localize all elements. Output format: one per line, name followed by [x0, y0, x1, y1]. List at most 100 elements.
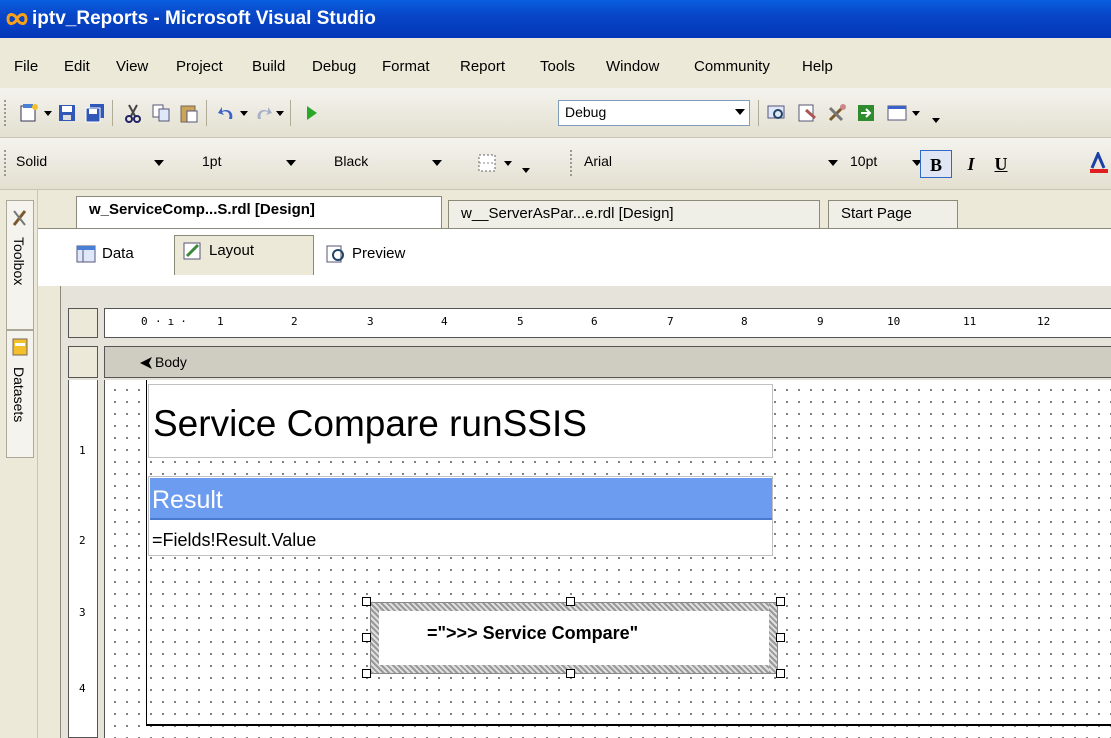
table-header-divider [150, 518, 772, 520]
new-dropdown-icon[interactable] [44, 111, 52, 116]
border-color-select[interactable]: Black [330, 150, 442, 182]
menu-file[interactable]: File [14, 58, 38, 75]
table-header-cell[interactable]: Result [150, 478, 772, 518]
tab-data-label: Data [102, 245, 134, 262]
ruler-corner [68, 308, 98, 338]
font-size-value: 10pt [850, 153, 878, 169]
report-title-textbox[interactable]: Service Compare runSSIS [148, 384, 773, 458]
tab-service-compare-design[interactable]: w_ServiceComp...S.rdl [Design] [76, 196, 442, 228]
datasets-tab[interactable]: Datasets [6, 330, 34, 458]
menu-bar: File Edit View Project Build Debug Forma… [0, 38, 1111, 88]
toolbox-tab[interactable]: Toolbox [6, 200, 34, 330]
resize-handle-se[interactable] [776, 669, 785, 678]
resize-handle-s[interactable] [566, 669, 575, 678]
paste-icon[interactable] [178, 102, 200, 124]
menu-project[interactable]: Project [176, 58, 223, 75]
selection-border-left [371, 603, 379, 673]
undo-icon[interactable] [216, 102, 238, 124]
preview-icon [326, 245, 344, 263]
border-style-select[interactable]: Solid [12, 150, 164, 182]
tab-data[interactable]: Data [68, 239, 166, 271]
tab-start-page[interactable]: Start Page [828, 200, 958, 228]
italic-button[interactable]: I [958, 150, 984, 178]
toolbar-options-icon[interactable] [522, 168, 530, 173]
selected-textbox[interactable]: =">>> Service Compare" [370, 602, 778, 674]
resize-handle-e[interactable] [776, 633, 785, 642]
datasets-label: Datasets [11, 367, 27, 423]
horizontal-ruler: 0 1 2 3 4 5 6 7 8 9 10 11 12 ·ı· [104, 308, 1111, 338]
menu-edit[interactable]: Edit [64, 58, 90, 75]
ruler-tick: 10 [887, 315, 901, 328]
underline-button[interactable]: U [988, 150, 1014, 178]
resize-handle-sw[interactable] [362, 669, 371, 678]
resize-handle-n[interactable] [566, 597, 575, 606]
tab-preview-label: Preview [352, 245, 406, 262]
resize-handle-w[interactable] [362, 633, 371, 642]
ruler-tick: 4 [441, 315, 448, 328]
save-icon[interactable] [56, 102, 78, 124]
ruler-tick: 3 [367, 315, 374, 328]
ruler-tick: 5 [517, 315, 524, 328]
menu-window[interactable]: Window [606, 58, 659, 75]
ruler-tick: 4 [79, 682, 86, 695]
ruler-tick: 2 [291, 315, 298, 328]
ruler-tick: 6 [591, 315, 598, 328]
font-color-icon[interactable] [1088, 152, 1110, 174]
document-tabs: w_ServiceComp...S.rdl [Design] w__Server… [38, 190, 1111, 228]
layout-icon [183, 242, 201, 260]
toolbar-grip[interactable] [570, 150, 576, 176]
menu-community[interactable]: Community [694, 58, 770, 75]
ruler-tick: 8 [741, 315, 748, 328]
menu-report[interactable]: Report [460, 58, 505, 75]
more-dropdown-icon[interactable] [912, 111, 920, 116]
toolbar-grip[interactable] [4, 150, 10, 176]
border-style-value: Solid [16, 153, 48, 169]
save-all-icon[interactable] [84, 102, 106, 124]
cut-icon[interactable] [122, 102, 144, 124]
tab-layout[interactable]: Layout [174, 235, 314, 275]
menu-debug[interactable]: Debug [312, 58, 356, 75]
redo-icon[interactable] [252, 102, 274, 124]
resize-handle-nw[interactable] [362, 597, 371, 606]
body-left-edge [146, 380, 147, 726]
borders-dropdown-icon[interactable] [504, 161, 512, 166]
ruler-tick: 1 [79, 444, 86, 457]
export-icon[interactable] [856, 102, 878, 124]
menu-view[interactable]: View [116, 58, 148, 75]
toolbox-tools-icon[interactable] [826, 102, 848, 124]
properties-icon[interactable] [796, 102, 818, 124]
menu-format[interactable]: Format [382, 58, 430, 75]
new-project-icon[interactable] [18, 102, 40, 124]
body-bottom-edge[interactable] [146, 724, 1111, 726]
ruler-dots: ·ı· [155, 315, 193, 328]
find-icon[interactable] [766, 102, 788, 124]
font-size-select[interactable]: 10pt [846, 150, 922, 182]
table-detail-cell[interactable]: =Fields!Result.Value [150, 524, 770, 554]
command-window-icon[interactable] [886, 102, 908, 124]
menu-build[interactable]: Build [252, 58, 285, 75]
tab-preview[interactable]: Preview [318, 239, 448, 271]
borders-icon[interactable] [476, 152, 498, 174]
font-family-value: Arial [584, 153, 613, 169]
solution-config-select[interactable]: Debug [558, 100, 750, 126]
resize-handle-ne[interactable] [776, 597, 785, 606]
toolbar-options-icon[interactable] [932, 118, 940, 123]
ruler-tick: 9 [817, 315, 824, 328]
font-family-select[interactable]: Arial [580, 150, 838, 182]
border-width-select[interactable]: 1pt [198, 150, 296, 182]
textbox-expression: =">>> Service Compare" [427, 623, 639, 643]
copy-icon[interactable] [150, 102, 172, 124]
redo-dropdown-icon[interactable] [276, 111, 284, 116]
bold-button[interactable]: B [920, 150, 952, 178]
menu-help[interactable]: Help [802, 58, 833, 75]
menu-tools[interactable]: Tools [540, 58, 575, 75]
standard-toolbar: Debug [0, 88, 1111, 138]
toolbar-grip[interactable] [4, 100, 10, 126]
border-width-value: 1pt [202, 153, 222, 169]
undo-dropdown-icon[interactable] [240, 111, 248, 116]
body-section-bar[interactable]: Body [104, 346, 1111, 378]
ruler-tick: 1 [217, 315, 224, 328]
visual-studio-icon [6, 13, 28, 25]
start-debugging-icon[interactable] [300, 102, 322, 124]
tab-server-as-par-design[interactable]: w__ServerAsPar...e.rdl [Design] [448, 200, 820, 228]
